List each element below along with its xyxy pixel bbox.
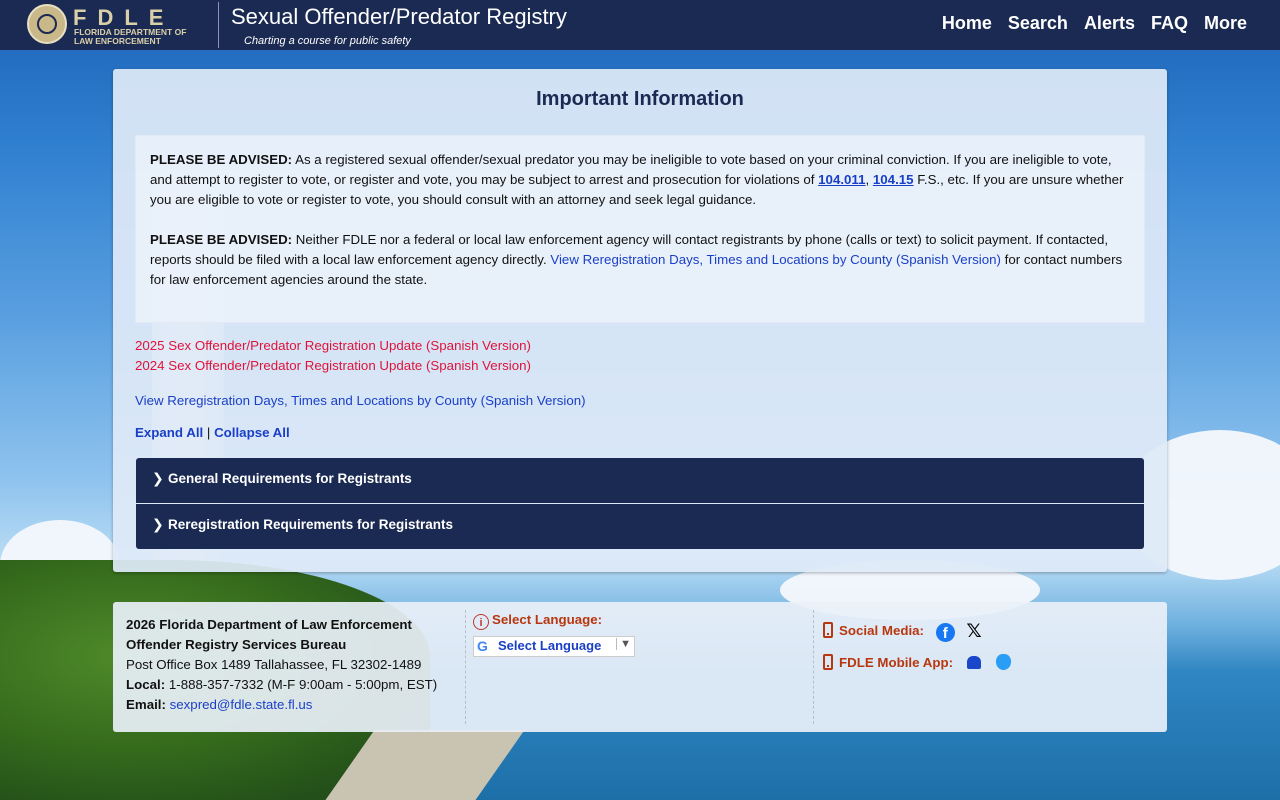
phone-icon [823, 622, 833, 638]
footer-address: Post Office Box 1489 Tallahassee, FL 323… [126, 657, 422, 672]
footer-divider [465, 610, 466, 724]
registration-update-links: 2025 Sex Offender/Predator Registration … [135, 336, 531, 376]
collapse-all-link[interactable]: Collapse All [214, 425, 290, 440]
facebook-icon[interactable]: f [935, 623, 955, 642]
pipe-separator: | [203, 425, 215, 440]
voting-advisory: PLEASE BE ADVISED: As a registered sexua… [150, 150, 1130, 210]
accordion-label: Reregistration Requirements for Registra… [168, 517, 454, 532]
footer-phone: Local: 1-888-357-7332 (M-F 9:00am - 5:00… [126, 675, 437, 695]
footer-email: Email: sexpred@fdle.state.fl.us [126, 695, 437, 715]
important-information-card: Important Information PLEASE BE ADVISED:… [113, 69, 1167, 572]
advisory-sep: , [865, 172, 873, 187]
reregistration-row: View Reregistration Days, Times and Loca… [135, 393, 586, 408]
nav-more[interactable]: More [1204, 13, 1247, 34]
language-select-dropdown[interactable]: G Select Language ▼ [473, 636, 635, 657]
email-link[interactable]: sexpred@fdle.state.fl.us [170, 697, 313, 712]
expand-collapse-controls: Expand All | Collapse All [135, 425, 290, 440]
nav-search[interactable]: Search [1008, 13, 1068, 34]
phone-label: Local: [126, 677, 166, 692]
fdle-seal-logo[interactable] [27, 4, 67, 44]
reregistration-locations-link[interactable]: View Reregistration Days, Times and Loca… [550, 252, 1001, 267]
mobile-app-row: FDLE Mobile App: [823, 654, 1012, 670]
logo-sub-line2: LAW ENFORCEMENT [74, 36, 161, 46]
accordion-general-requirements[interactable]: ❯ General Requirements for Registrants [136, 458, 1144, 503]
nav-faq[interactable]: FAQ [1151, 13, 1188, 34]
android-icon[interactable] [966, 656, 981, 669]
chevron-right-icon: ❯ [152, 470, 164, 486]
top-navbar: FDLE FLORIDA DEPARTMENT OF LAW ENFORCEME… [0, 0, 1280, 50]
phone-icon [823, 654, 833, 670]
google-icon: G [477, 638, 488, 654]
footer-contact: 2026 Florida Department of Law Enforceme… [126, 615, 437, 715]
footer-org: 2026 Florida Department of Law Enforceme… [126, 617, 412, 632]
main-nav: Home Search Alerts FAQ More [942, 13, 1247, 34]
apple-icon[interactable] [996, 654, 1012, 670]
registration-update-2025-link[interactable]: 2025 Sex Offender/Predator Registration … [135, 336, 531, 356]
payment-scam-advisory: PLEASE BE ADVISED: Neither FDLE nor a fe… [150, 230, 1130, 290]
expand-all-link[interactable]: Expand All [135, 425, 203, 440]
accordion-label: General Requirements for Registrants [168, 471, 412, 486]
language-selector: i Select Language: G Select Language ▼ [473, 612, 635, 657]
statute-104-011-link[interactable]: 104.011 [818, 172, 865, 187]
social-media-label: Social Media: [839, 623, 924, 638]
advisory-lead: PLEASE BE ADVISED: [150, 152, 293, 167]
site-title[interactable]: Sexual Offender/Predator Registry [231, 4, 567, 30]
footer: 2026 Florida Department of Law Enforceme… [113, 602, 1167, 732]
nav-home[interactable]: Home [942, 13, 992, 34]
chevron-right-icon: ❯ [152, 516, 164, 532]
nav-alerts[interactable]: Alerts [1084, 13, 1135, 34]
select-language-label: Select Language: [492, 612, 603, 627]
site-tagline: Charting a course for public safety [244, 35, 411, 47]
accordion-reregistration-requirements[interactable]: ❯ Reregistration Requirements for Regist… [136, 504, 1144, 549]
footer-bureau: Offender Registry Services Bureau [126, 637, 347, 652]
advisory-notice-box: PLEASE BE ADVISED: As a registered sexua… [135, 135, 1145, 323]
email-label: Email: [126, 697, 166, 712]
info-icon: i [473, 614, 489, 630]
footer-divider [813, 610, 814, 724]
reregistration-days-link[interactable]: View Reregistration Days, Times and Loca… [135, 393, 586, 408]
advisory-lead: PLEASE BE ADVISED: [150, 232, 293, 247]
x-icon[interactable]: 𝕏 [966, 620, 981, 643]
fdle-logo-subtitle: FLORIDA DEPARTMENT OF LAW ENFORCEMENT [74, 28, 209, 46]
select-language-value: Select Language [498, 638, 602, 653]
page-title: Important Information [536, 88, 744, 110]
phone-value: 1-888-357-7332 (M-F 9:00am - 5:00pm, EST… [165, 677, 438, 692]
registration-update-2024-link[interactable]: 2024 Sex Offender/Predator Registration … [135, 356, 531, 376]
social-media-row: Social Media: f 𝕏 [823, 620, 982, 643]
statute-104-15-link[interactable]: 104.15 [873, 172, 914, 187]
mobile-app-label: FDLE Mobile App: [839, 655, 953, 670]
dropdown-arrow-icon: ▼ [616, 638, 631, 650]
header-divider [218, 2, 219, 48]
